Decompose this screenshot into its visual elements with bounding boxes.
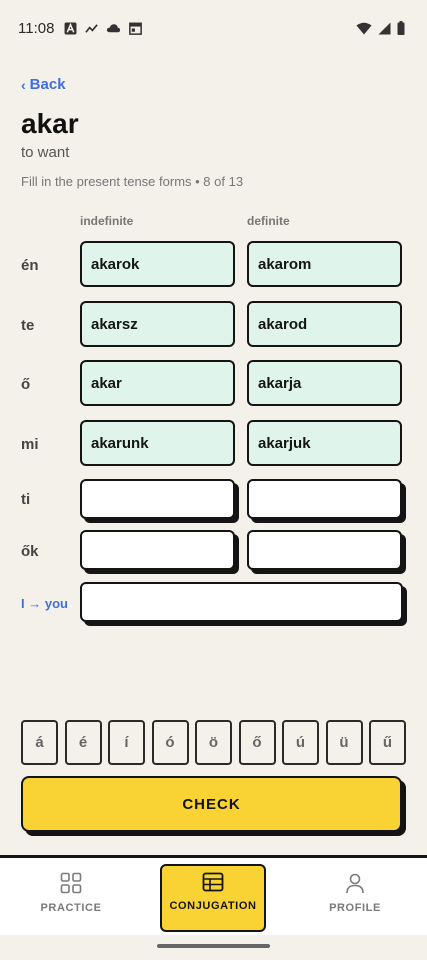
back-button[interactable]: ‹ Back xyxy=(21,76,66,93)
accent-key[interactable]: ú xyxy=(282,720,319,765)
nav-profile-label: PROFILE xyxy=(329,902,381,914)
column-header-indefinite: indefinite xyxy=(80,214,134,228)
conjugation-field-definite[interactable]: akarod xyxy=(247,301,402,347)
pronoun-label: mi xyxy=(21,436,39,453)
conjugation-input-definite[interactable] xyxy=(247,479,402,519)
nav-conjugation-label: CONJUGATION xyxy=(169,900,257,912)
nav-practice[interactable]: PRACTICE xyxy=(18,866,124,932)
grid-icon xyxy=(60,872,82,894)
nav-profile[interactable]: PROFILE xyxy=(302,866,408,932)
calendar-icon xyxy=(129,22,143,35)
wifi-icon xyxy=(356,22,372,34)
status-bar: 11:08 xyxy=(0,0,427,56)
accent-key[interactable]: ű xyxy=(369,720,406,765)
text-a-icon xyxy=(64,22,77,34)
trend-icon xyxy=(85,23,99,33)
status-time: 11:08 xyxy=(18,19,55,37)
pronoun-label: ők xyxy=(21,543,39,560)
pronoun-label: én xyxy=(21,257,39,274)
pronoun-label: ő xyxy=(21,376,31,393)
conjugation-input-definite[interactable] xyxy=(247,530,402,570)
accent-key[interactable]: ő xyxy=(238,720,276,765)
conjugation-field-indefinite[interactable]: akarunk xyxy=(80,420,235,466)
person-icon xyxy=(346,873,364,894)
pronoun-label: ti xyxy=(21,491,31,508)
chevron-left-icon: ‹ xyxy=(21,76,26,93)
check-button[interactable]: CHECK xyxy=(21,776,402,832)
verb-meaning: to want xyxy=(21,144,70,161)
accent-key[interactable]: ó xyxy=(151,720,189,765)
accent-key[interactable]: í xyxy=(108,720,145,765)
conjugation-field-indefinite[interactable]: akarsz xyxy=(80,301,235,347)
battery-icon xyxy=(397,21,405,35)
conjugation-field-definite[interactable]: akarja xyxy=(247,360,402,406)
table-icon xyxy=(202,872,224,892)
conjugation-input-indefinite[interactable] xyxy=(80,530,235,570)
status-left: 11:08 xyxy=(18,19,143,37)
column-header-definite: definite xyxy=(247,214,290,228)
conjugation-input-indefinite[interactable] xyxy=(80,479,235,519)
accent-key[interactable]: ö xyxy=(195,720,232,765)
back-label: Back xyxy=(29,76,66,93)
pronoun-label-i-you: I → you xyxy=(21,596,68,611)
conjugation-field-indefinite[interactable]: akar xyxy=(80,360,235,406)
cloud-icon xyxy=(107,23,121,32)
accent-key[interactable]: ü xyxy=(325,720,363,765)
conjugation-field-definite[interactable]: akarom xyxy=(247,241,402,287)
pronoun-label: te xyxy=(21,317,35,334)
conjugation-field-indefinite[interactable]: akarok xyxy=(80,241,235,287)
nav-practice-label: PRACTICE xyxy=(40,902,102,914)
accent-key[interactable]: á xyxy=(21,720,58,765)
status-right xyxy=(356,21,405,35)
bottom-nav: PRACTICE CONJUGATION PROFILE xyxy=(0,855,427,935)
verb-title: akar xyxy=(21,108,79,139)
instruction-text: Fill in the present tense forms • 8 of 1… xyxy=(21,174,244,189)
gesture-bar[interactable] xyxy=(157,944,270,948)
accent-key[interactable]: é xyxy=(64,720,102,765)
conjugation-input-i-you[interactable] xyxy=(80,582,403,622)
conjugation-field-definite[interactable]: akarjuk xyxy=(247,420,402,466)
accent-keyboard: á é í ó ö ő ú ü ű xyxy=(21,720,406,765)
signal-icon xyxy=(378,22,391,34)
nav-conjugation[interactable]: CONJUGATION xyxy=(160,864,266,932)
